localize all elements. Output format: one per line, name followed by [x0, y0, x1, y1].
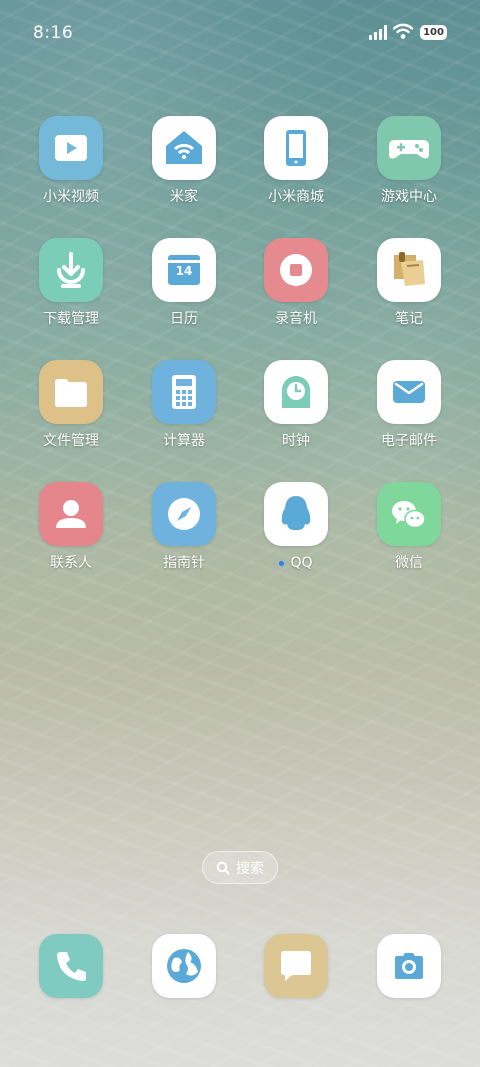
app-clock[interactable]: 时钟 — [240, 360, 352, 450]
clock-time: 8:16 — [33, 23, 74, 43]
app-label: 日历 — [170, 311, 198, 327]
app-label: 计算器 — [163, 433, 205, 449]
battery-indicator: 100 — [420, 25, 447, 40]
app-label: 下载管理 — [43, 311, 99, 327]
app-label: 笔记 — [395, 311, 423, 327]
app-label: 游戏中心 — [381, 189, 437, 205]
app-game-center[interactable]: 游戏中心 — [353, 116, 465, 206]
phone-store-icon — [264, 116, 328, 180]
app-notes[interactable]: 笔记 — [353, 238, 465, 328]
app-calculator[interactable]: 计算器 — [128, 360, 240, 450]
calendar-icon: 14 — [152, 238, 216, 302]
gamepad-icon — [377, 116, 441, 180]
download-icon — [39, 238, 103, 302]
notes-icon — [377, 238, 441, 302]
wifi-icon — [392, 22, 414, 40]
search-icon — [216, 861, 230, 874]
clock-icon — [264, 360, 328, 424]
folder-icon — [39, 360, 103, 424]
app-label: 时钟 — [282, 433, 310, 449]
app-wechat[interactable]: 微信 — [353, 482, 465, 572]
app-mi-store[interactable]: 小米商城 — [240, 116, 352, 206]
app-label: 文件管理 — [43, 433, 99, 449]
person-icon — [39, 482, 103, 546]
app-mi-home[interactable]: 米家 — [128, 116, 240, 206]
status-bar: 8:16 100 — [0, 0, 480, 66]
new-badge-dot — [279, 560, 285, 566]
app-contacts[interactable]: 联系人 — [15, 482, 127, 572]
search-label: 搜索 — [236, 860, 264, 877]
app-label: 米家 — [170, 189, 198, 205]
camera-icon — [395, 953, 423, 979]
app-label: QQ — [240, 554, 352, 572]
app-compass[interactable]: 指南针 — [128, 482, 240, 572]
app-qq[interactable]: QQ — [240, 482, 352, 572]
app-label-text: QQ — [290, 555, 313, 571]
app-mi-video[interactable]: 小米视频 — [15, 116, 127, 206]
app-calendar[interactable]: 14 日历 — [128, 238, 240, 328]
message-icon — [281, 951, 311, 981]
app-label: 小米视频 — [43, 189, 99, 205]
app-downloads[interactable]: 下载管理 — [15, 238, 127, 328]
dock-camera-app[interactable] — [377, 934, 441, 998]
record-icon — [264, 238, 328, 302]
dock-browser-app[interactable] — [152, 934, 216, 998]
search-button[interactable]: 搜索 — [202, 851, 278, 884]
app-label: 微信 — [395, 555, 423, 571]
app-label: 录音机 — [275, 311, 317, 327]
qq-penguin-icon — [264, 482, 328, 546]
wechat-icon — [377, 482, 441, 546]
app-label: 电子邮件 — [381, 433, 437, 449]
compass-icon — [152, 482, 216, 546]
smart-home-icon — [152, 116, 216, 180]
globe-icon — [167, 949, 201, 983]
app-label: 小米商城 — [268, 189, 324, 205]
calculator-icon — [152, 360, 216, 424]
app-file-manager[interactable]: 文件管理 — [15, 360, 127, 450]
calendar-date: 14 — [175, 264, 193, 278]
dock-phone-app[interactable] — [39, 934, 103, 998]
app-email[interactable]: 电子邮件 — [353, 360, 465, 450]
play-video-icon — [39, 116, 103, 180]
mail-icon — [377, 360, 441, 424]
app-recorder[interactable]: 录音机 — [240, 238, 352, 328]
app-label: 指南针 — [163, 555, 205, 571]
dock-messages-app[interactable] — [264, 934, 328, 998]
phone-icon — [57, 952, 86, 981]
cell-signal-icon — [369, 24, 389, 40]
app-label: 联系人 — [50, 555, 92, 571]
